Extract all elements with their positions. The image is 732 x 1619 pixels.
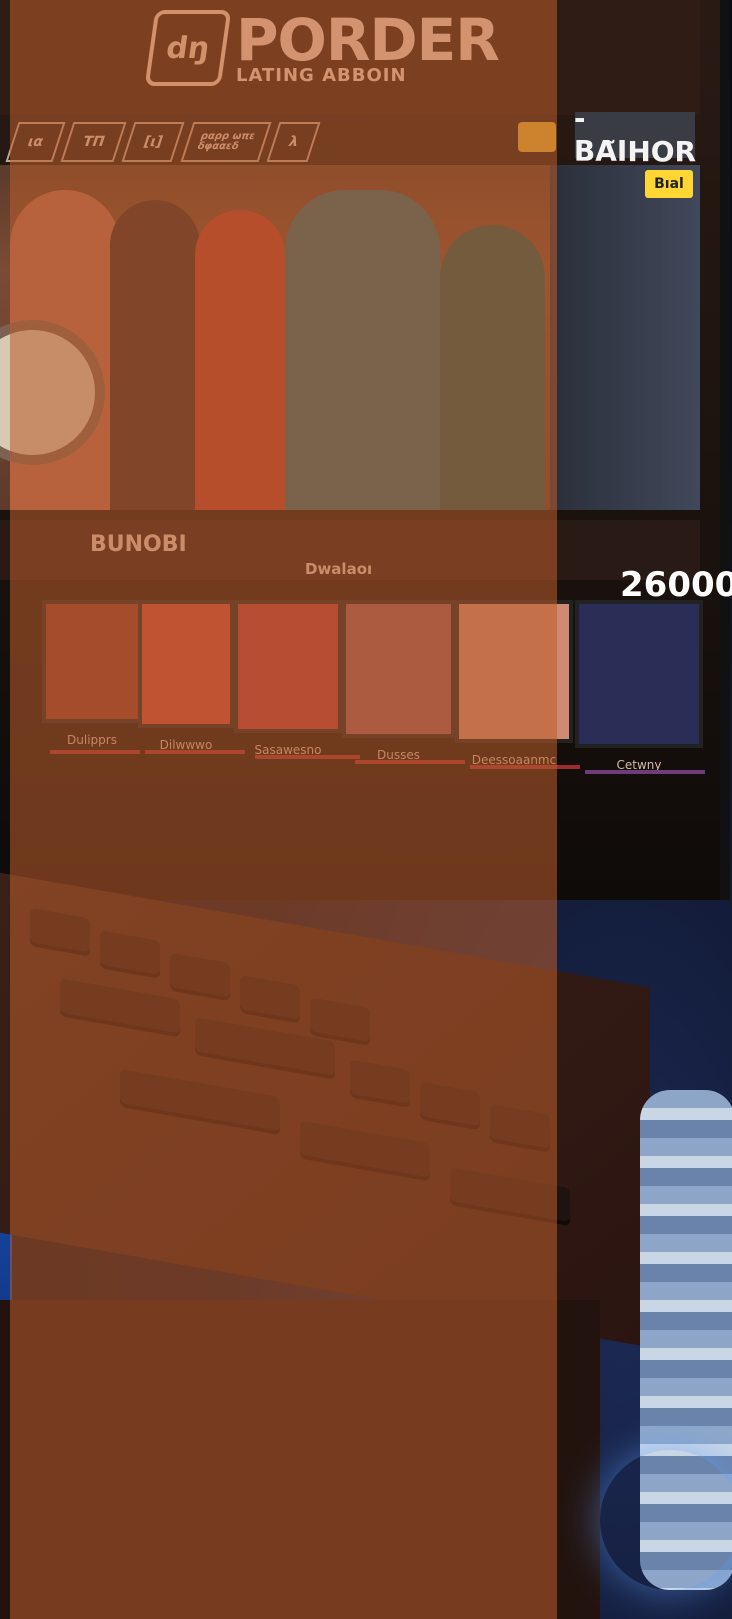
- keyboard-key[interactable]: [450, 1167, 570, 1227]
- nav-item-2[interactable]: ΤΠ: [60, 122, 127, 162]
- keyboard-key[interactable]: [170, 952, 230, 1002]
- hero-banner: [0, 165, 700, 510]
- logo-mark-icon: dŋ: [144, 10, 232, 86]
- character-figure: [195, 210, 285, 510]
- character-figure: [285, 190, 440, 510]
- logo-title: PORDER: [236, 5, 500, 74]
- keyboard-key[interactable]: [100, 930, 160, 979]
- nav-item-3[interactable]: [ι]: [121, 122, 186, 162]
- keyboard-key[interactable]: [60, 978, 180, 1038]
- card-underline: [145, 750, 245, 754]
- yellow-icon[interactable]: [518, 122, 556, 152]
- game-card[interactable]: Dulipprs: [42, 600, 142, 747]
- nav-item-5[interactable]: λ: [266, 122, 320, 162]
- game-card[interactable]: Dusses: [342, 600, 455, 762]
- card-underline: [470, 765, 580, 769]
- card-underline: [585, 770, 705, 774]
- character-figure: [575, 210, 695, 510]
- site-header: dŋ PORDER LATING ABBOIN: [0, 0, 700, 115]
- site-logo[interactable]: dŋ PORDER LATING ABBOIN: [144, 5, 500, 86]
- nav-item-1[interactable]: ια: [5, 122, 66, 162]
- score-value: 26000.: [620, 565, 732, 605]
- keyboard-key[interactable]: [120, 1068, 280, 1136]
- tab-left[interactable]: BUNOBI: [90, 532, 187, 557]
- keyboard-key[interactable]: [420, 1081, 480, 1131]
- keyboard-key[interactable]: [30, 907, 90, 957]
- logo-mark-text: dŋ: [164, 30, 212, 66]
- card-underline: [50, 750, 140, 754]
- game-card[interactable]: Dilwwwo: [138, 600, 234, 752]
- hero-tag[interactable]: Bıal: [645, 170, 693, 198]
- game-card[interactable]: Cetwny: [575, 600, 703, 772]
- card-label: Dulipprs: [67, 733, 117, 747]
- game-card[interactable]: Sasawesno: [234, 600, 342, 757]
- character-figure: [440, 225, 545, 510]
- author-label[interactable]: - ΒΑ̃ΙHOR: [574, 102, 696, 168]
- keyboard-key[interactable]: [350, 1059, 410, 1108]
- character-figure: [110, 200, 200, 510]
- nav-item-4[interactable]: ραρρ ωπε δφααεδ: [180, 122, 272, 162]
- card-underline: [355, 760, 465, 764]
- game-card-list: Dulipprs Dilwwwo Sasawesno Dusses Deesso…: [10, 600, 710, 840]
- tab-middle[interactable]: Dwalaoı: [305, 560, 372, 578]
- card-underline: [255, 755, 360, 759]
- app-screenshot: dŋ PORDER LATING ABBOIN ια ΤΠ [ι] ραρρ ω…: [0, 0, 732, 1619]
- keyboard: [0, 872, 650, 1348]
- top-nav: ια ΤΠ [ι] ραρρ ωπε δφααεδ λ: [5, 122, 320, 168]
- keyboard-key[interactable]: [490, 1104, 550, 1153]
- blue-light: [600, 1450, 732, 1590]
- keyboard-key[interactable]: [240, 975, 300, 1024]
- game-card[interactable]: Deessoaanmc: [455, 600, 573, 767]
- keyboard-key[interactable]: [300, 1120, 430, 1182]
- trackpad-area: [0, 1300, 600, 1619]
